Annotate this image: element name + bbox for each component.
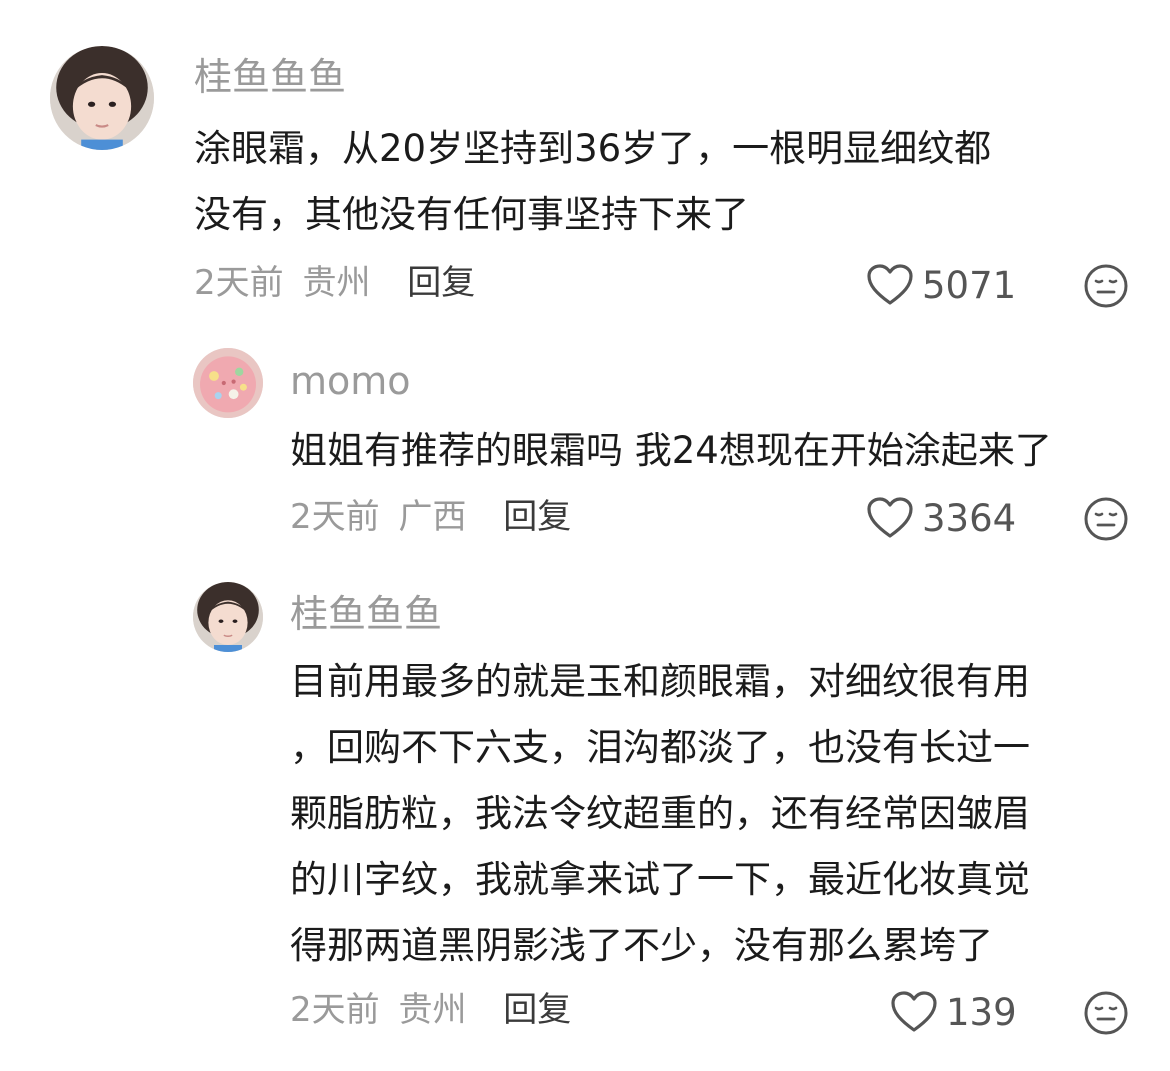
location: 广西: [398, 497, 467, 537]
meh-face-icon: [1084, 991, 1128, 1035]
avatar[interactable]: [193, 582, 263, 652]
comment-text: 姐姐有推荐的眼霜吗 我24想现在开始涂起来了: [290, 418, 1052, 484]
comment-meta: 2天前 贵州 回复: [194, 266, 475, 300]
comment-text-line: ，回购不下六支，泪沟都淡了，也没有长过一: [290, 726, 1030, 769]
comment-meta: 2天前 贵州 回复: [290, 993, 571, 1027]
reply-button[interactable]: 回复: [503, 497, 571, 537]
heart-outline-icon: [891, 991, 937, 1032]
like-count: 139: [946, 990, 1017, 1034]
meh-face-icon: [1084, 264, 1128, 308]
reply-item: 桂鱼鱼鱼 目前用最多的就是玉和颜眼霜，对细纹很有用 ，回购不下六支，泪沟都淡了，…: [0, 565, 1170, 1065]
like-button[interactable]: 139: [890, 990, 1017, 1034]
avatar[interactable]: [50, 46, 154, 150]
like-count: 3364: [922, 496, 1017, 540]
timestamp: 2天前: [290, 990, 380, 1030]
comment-text: 涂眼霜，从20岁坚持到36岁了，一根明显细纹都 没有，其他没有任何事坚持下来了: [194, 116, 991, 248]
comment-text-line: 没有，其他没有任何事坚持下来了: [194, 193, 749, 236]
comment-text-line: 颗脂肪粒，我法令纹超重的，还有经常因皱眉: [290, 792, 1030, 835]
meh-face-icon: [1084, 497, 1128, 541]
comment-item: 桂鱼鱼鱼 涂眼霜，从20岁坚持到36岁了，一根明显细纹都 没有，其他没有任何事坚…: [0, 0, 1170, 330]
dislike-button[interactable]: [1083, 263, 1129, 309]
reply-button[interactable]: 回复: [503, 990, 571, 1030]
comment-text-line: 涂眼霜，从20岁坚持到36岁了，一根明显细纹都: [194, 127, 992, 170]
heart-outline-icon: [867, 497, 913, 538]
username[interactable]: 桂鱼鱼鱼: [290, 595, 442, 633]
timestamp: 2天前: [290, 497, 380, 537]
timestamp: 2天前: [194, 263, 284, 303]
avatar-girl-icon: [50, 46, 154, 150]
username[interactable]: 桂鱼鱼鱼: [194, 58, 346, 96]
comment-text: 目前用最多的就是玉和颜眼霜，对细纹很有用 ，回购不下六支，泪沟都淡了，也没有长过…: [290, 649, 1030, 979]
comment-meta: 2天前 广西 回复: [290, 500, 571, 534]
like-count: 5071: [922, 263, 1017, 307]
heart-outline-icon: [867, 264, 913, 305]
comment-text-line: 姐姐有推荐的眼霜吗 我24想现在开始涂起来了: [290, 429, 1052, 472]
avatar-girl-icon: [193, 582, 263, 652]
comment-text-line: 目前用最多的就是玉和颜眼霜，对细纹很有用: [290, 660, 1030, 703]
avatar-pink-cookie-icon: [193, 348, 263, 418]
like-button[interactable]: 5071: [866, 263, 1016, 307]
like-button[interactable]: 3364: [866, 496, 1016, 540]
reply-button[interactable]: 回复: [407, 263, 475, 303]
avatar[interactable]: [193, 348, 263, 418]
dislike-button[interactable]: [1083, 990, 1129, 1036]
reply-item: momo 姐姐有推荐的眼霜吗 我24想现在开始涂起来了 2天前 广西 回复 33…: [0, 330, 1170, 560]
dislike-button[interactable]: [1083, 496, 1129, 542]
username[interactable]: momo: [290, 362, 411, 400]
location: 贵州: [398, 990, 467, 1030]
location: 贵州: [302, 263, 371, 303]
comment-text-line: 得那两道黑阴影浅了不少，没有那么累垮了: [290, 924, 993, 967]
comment-text-line: 的川字纹，我就拿来试了一下，最近化妆真觉: [290, 858, 1030, 901]
